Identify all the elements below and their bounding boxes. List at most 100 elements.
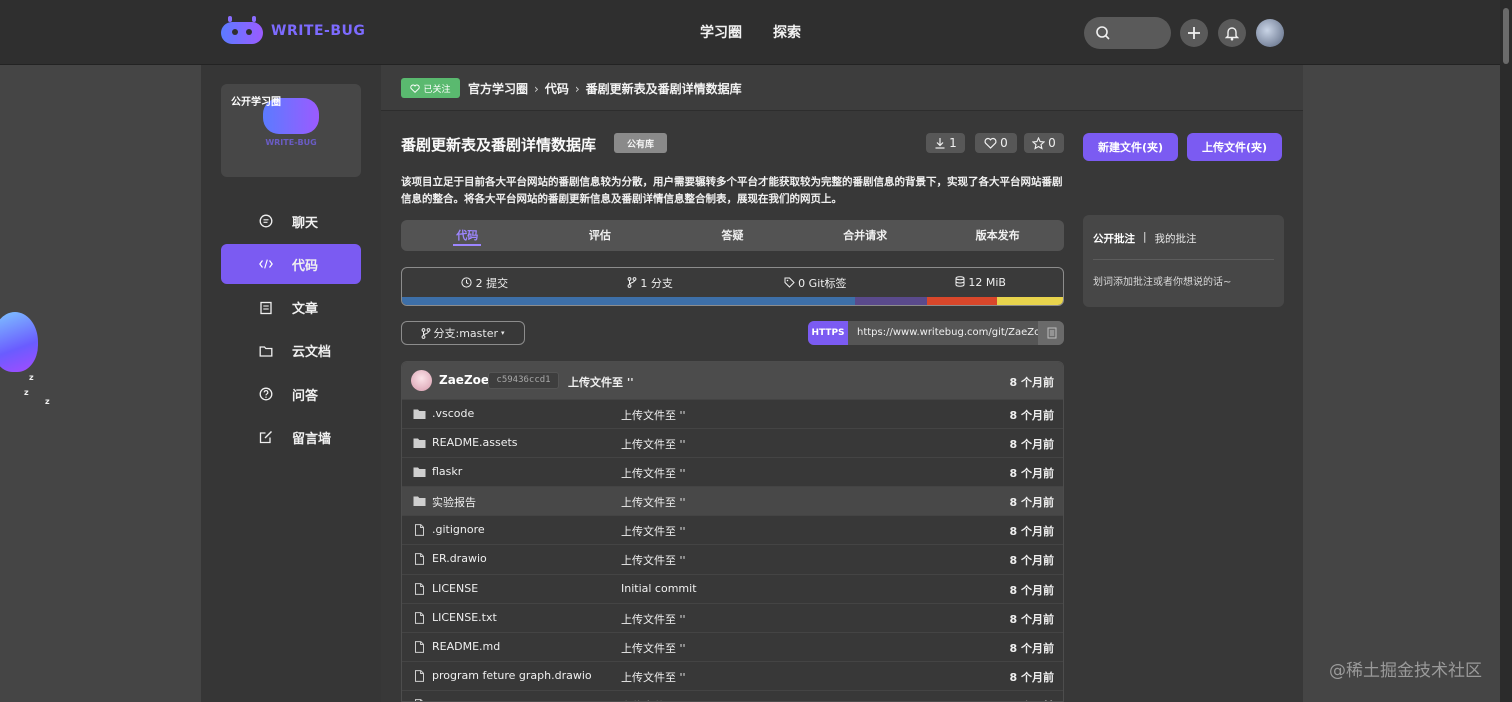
site-logo[interactable]: WRITE-BUG — [221, 16, 365, 46]
upload-file-button[interactable]: 上传文件(夹) — [1187, 133, 1282, 161]
tab-qa[interactable]: 答疑 — [666, 220, 799, 251]
committer-name[interactable]: ZaeZoe — [439, 373, 489, 387]
create-button[interactable] — [1180, 19, 1208, 47]
file-name[interactable]: .gitignore — [432, 523, 485, 536]
file-commit-message[interactable]: 上传文件至 '' — [621, 552, 686, 568]
tags-stat[interactable]: 0 Git标签 — [733, 275, 898, 291]
user-avatar[interactable] — [1256, 19, 1284, 47]
visibility-badge: 公有库 — [614, 133, 667, 153]
file-icon — [415, 640, 424, 653]
file-row[interactable]: program feture graph.drawio 上传文件至 '' 8 个月前 — [402, 660, 1063, 690]
like-button[interactable]: 0 — [975, 133, 1017, 153]
repo-description: 该项目立足于目前各大平台网站的番剧信息较为分散，用户需要辗转多个平台才能获取较为… — [401, 176, 1063, 205]
sidebar-item-qa[interactable]: 问答 — [221, 374, 361, 414]
file-commit-message[interactable]: 上传文件至 '' — [621, 523, 686, 539]
file-commit-time: 8 个月前 — [1009, 641, 1054, 655]
file-row[interactable]: LICENSE Initial commit 8 个月前 — [402, 573, 1063, 603]
file-commit-message[interactable]: 上传文件至 '' — [621, 436, 686, 452]
file-commit-time: 8 个月前 — [1009, 554, 1054, 568]
file-name[interactable]: program feture graph.drawio — [432, 669, 592, 682]
commits-stat[interactable]: 2 提交 — [402, 275, 567, 291]
file-commit-message[interactable]: Initial commit — [621, 582, 697, 595]
commit-hash[interactable]: c59436ccd1 — [488, 372, 559, 389]
tab-my-annotations[interactable]: 我的批注 — [1155, 231, 1197, 246]
file-commit-message[interactable]: 上传文件至 '' — [621, 640, 686, 656]
clone-url[interactable]: https://www.writebug.com/git/ZaeZoe — [848, 321, 1038, 345]
file-row[interactable]: flaskr 上传文件至 '' 8 个月前 — [402, 457, 1063, 486]
sidebar-item-cloud-docs[interactable]: 云文档 — [221, 331, 361, 371]
sidebar: 公开学习圈 WRITE-BUG 聊天 代码 文章 云文档 问答 留言墙 — [201, 65, 381, 702]
file-name[interactable]: .vscode — [432, 407, 474, 420]
mascot-snore-2: z — [24, 388, 29, 397]
tab-public-annotations[interactable]: 公开批注 — [1093, 231, 1135, 246]
file-name[interactable]: flaskr — [432, 465, 462, 478]
language-segment — [996, 297, 1063, 305]
file-commit-message[interactable]: 上传文件至 '' — [621, 494, 686, 510]
file-commit-message[interactable]: 上传文件至 '' — [621, 611, 686, 627]
file-commit-time: 8 个月前 — [1009, 612, 1054, 626]
file-row[interactable]: 实验报告 上传文件至 '' 8 个月前 — [402, 486, 1063, 516]
breadcrumb-code[interactable]: 代码 — [545, 80, 569, 97]
brand-name: WRITE-BUG — [271, 23, 366, 39]
protocol-badge[interactable]: HTTPS — [808, 321, 848, 345]
committer-avatar[interactable] — [411, 370, 432, 391]
notifications-button[interactable] — [1218, 19, 1246, 47]
heart-icon — [410, 84, 421, 93]
page-scrollbar[interactable] — [1500, 0, 1512, 702]
tab-evaluation[interactable]: 评估 — [534, 220, 667, 251]
file-name[interactable]: LICENSE.txt — [432, 611, 497, 624]
download-button[interactable]: 1 — [926, 133, 965, 153]
breadcrumb-repo[interactable]: 番剧更新表及番剧详情数据库 — [586, 80, 742, 97]
floating-mascot[interactable] — [0, 312, 38, 372]
new-file-button[interactable]: 新建文件(夹) — [1083, 133, 1178, 161]
main-content: 已关注 官方学习圈 › 代码 › 番剧更新表及番剧详情数据库 番剧更新表及番剧详… — [381, 65, 1303, 702]
article-icon — [260, 301, 272, 314]
star-count: 0 — [1048, 136, 1056, 150]
sidebar-item-message-wall[interactable]: 留言墙 — [221, 417, 361, 457]
nav-explore[interactable]: 探索 — [773, 22, 801, 42]
file-commit-time: 8 个月前 — [1009, 670, 1054, 684]
file-commit-message[interactable]: 上传文件至 '' — [621, 407, 686, 423]
file-row[interactable]: ER.drawio 上传文件至 '' 8 个月前 — [402, 544, 1063, 573]
search-input[interactable] — [1084, 17, 1171, 49]
sidebar-item-articles[interactable]: 文章 — [221, 288, 361, 328]
copy-icon — [1047, 327, 1056, 339]
bell-icon — [1225, 26, 1239, 40]
file-row[interactable]: LICENSE.txt 上传文件至 '' 8 个月前 — [402, 602, 1063, 632]
code-icon — [259, 259, 273, 269]
file-row[interactable]: .gitignore 上传文件至 '' 8 个月前 — [402, 515, 1063, 544]
file-row[interactable]: README.md 上传文件至 '' 8 个月前 — [402, 631, 1063, 661]
group-brand: WRITE-BUG — [265, 138, 317, 147]
sidebar-item-label: 云文档 — [292, 345, 332, 361]
branches-count: 1 分支 — [640, 276, 673, 290]
nav-study-circle[interactable]: 学习圈 — [700, 22, 742, 42]
file-commit-time: 8 个月前 — [1010, 698, 1054, 701]
file-commit-message[interactable]: 上传文件至 '' — [621, 465, 686, 481]
tab-merge-requests[interactable]: 合并请求 — [799, 220, 932, 251]
commit-message[interactable]: 上传文件至 '' — [568, 374, 634, 390]
breadcrumb-study-circle[interactable]: 官方学习圈 — [468, 80, 528, 97]
file-name[interactable]: README.md — [432, 640, 500, 653]
file-name[interactable]: 实验报告 — [432, 494, 476, 510]
star-button[interactable]: 0 — [1024, 133, 1064, 153]
file-commit-message[interactable]: 上传文件至 '' — [621, 669, 686, 685]
sidebar-item-code[interactable]: 代码 — [221, 244, 361, 285]
file-row[interactable]: 上传文件至 '' 8 个月前 — [402, 689, 1063, 701]
branch-selector[interactable]: 分支:master ▾ — [401, 321, 525, 345]
copy-button[interactable] — [1038, 321, 1064, 345]
file-name[interactable]: LICENSE — [432, 582, 478, 595]
file-icon — [415, 524, 424, 537]
tab-releases[interactable]: 版本发布 — [931, 220, 1064, 251]
file-name[interactable]: README.assets — [432, 436, 518, 449]
file-name[interactable]: ER.drawio — [432, 552, 487, 565]
search-icon — [1096, 26, 1110, 40]
file-row[interactable]: README.assets 上传文件至 '' 8 个月前 — [402, 428, 1063, 457]
branches-stat[interactable]: 1 分支 — [567, 275, 732, 291]
file-row[interactable]: .vscode 上传文件至 '' 8 个月前 — [402, 399, 1063, 428]
sidebar-item-chat[interactable]: 聊天 — [221, 201, 361, 241]
group-card[interactable]: 公开学习圈 WRITE-BUG — [221, 84, 361, 177]
file-table: ZaeZoe c59436ccd1 上传文件至 '' 8 个月前 .vscode… — [401, 361, 1064, 702]
file-commit-message[interactable]: 上传文件至 '' — [621, 698, 686, 701]
tab-code[interactable]: 代码 — [401, 220, 534, 251]
follow-button[interactable]: 已关注 — [401, 78, 460, 98]
